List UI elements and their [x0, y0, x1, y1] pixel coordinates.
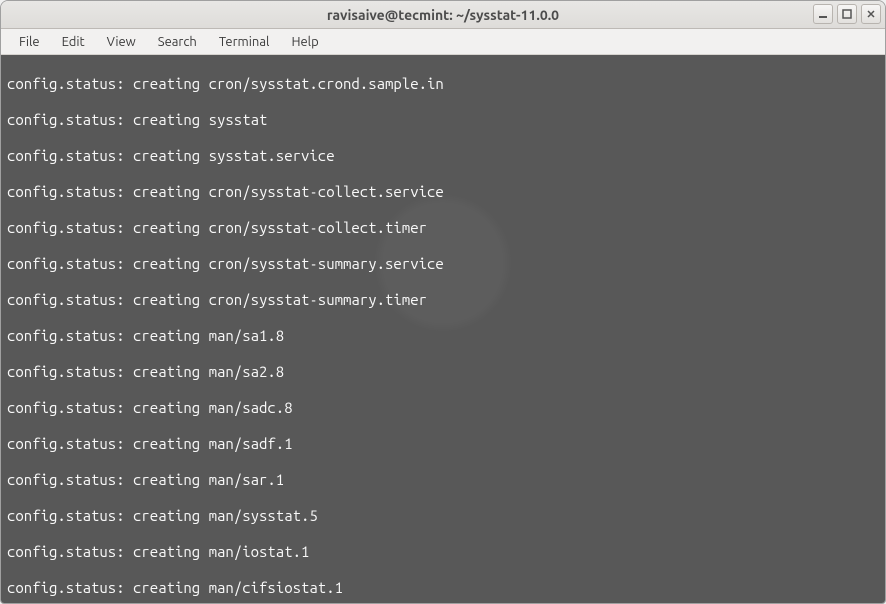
config-output-line: config.status: creating cron/sysstat.cro… [7, 75, 879, 93]
menu-search[interactable]: Search [148, 32, 207, 52]
terminal-viewport[interactable]: config.status: creating cron/sysstat.cro… [1, 55, 885, 603]
config-output-line: config.status: creating man/sa1.8 [7, 327, 879, 345]
menu-view[interactable]: View [97, 32, 146, 52]
config-output-line: config.status: creating sysstat [7, 111, 879, 129]
config-output-line: config.status: creating man/sar.1 [7, 471, 879, 489]
config-output-line: config.status: creating sysstat.service [7, 147, 879, 165]
window-controls [813, 4, 881, 24]
config-output-line: config.status: creating cron/sysstat-sum… [7, 291, 879, 309]
maximize-button[interactable] [837, 4, 857, 24]
config-output-line: config.status: creating man/iostat.1 [7, 543, 879, 561]
menu-terminal[interactable]: Terminal [209, 32, 280, 52]
minimize-icon [818, 9, 828, 19]
menubar: File Edit View Search Terminal Help [1, 29, 885, 55]
config-output-line: config.status: creating cron/sysstat-sum… [7, 255, 879, 273]
config-output-line: config.status: creating man/sa2.8 [7, 363, 879, 381]
terminal-window: ravisaive@tecmint: ~/sysstat-11.0.0 File… [0, 0, 886, 604]
config-output-line: config.status: creating man/cifsiostat.1 [7, 579, 879, 597]
close-icon [866, 9, 876, 19]
config-output-line: config.status: creating cron/sysstat-col… [7, 183, 879, 201]
menu-edit[interactable]: Edit [52, 32, 95, 52]
config-output-line: config.status: creating man/sadc.8 [7, 399, 879, 417]
config-output-line: config.status: creating man/sadf.1 [7, 435, 879, 453]
close-button[interactable] [861, 4, 881, 24]
maximize-icon [842, 9, 852, 19]
config-output-line: config.status: creating cron/sysstat-col… [7, 219, 879, 237]
minimize-button[interactable] [813, 4, 833, 24]
menu-file[interactable]: File [9, 32, 50, 52]
titlebar: ravisaive@tecmint: ~/sysstat-11.0.0 [1, 1, 885, 29]
window-title: ravisaive@tecmint: ~/sysstat-11.0.0 [1, 7, 885, 23]
config-output-line: config.status: creating man/sysstat.5 [7, 507, 879, 525]
menu-help[interactable]: Help [281, 32, 328, 52]
